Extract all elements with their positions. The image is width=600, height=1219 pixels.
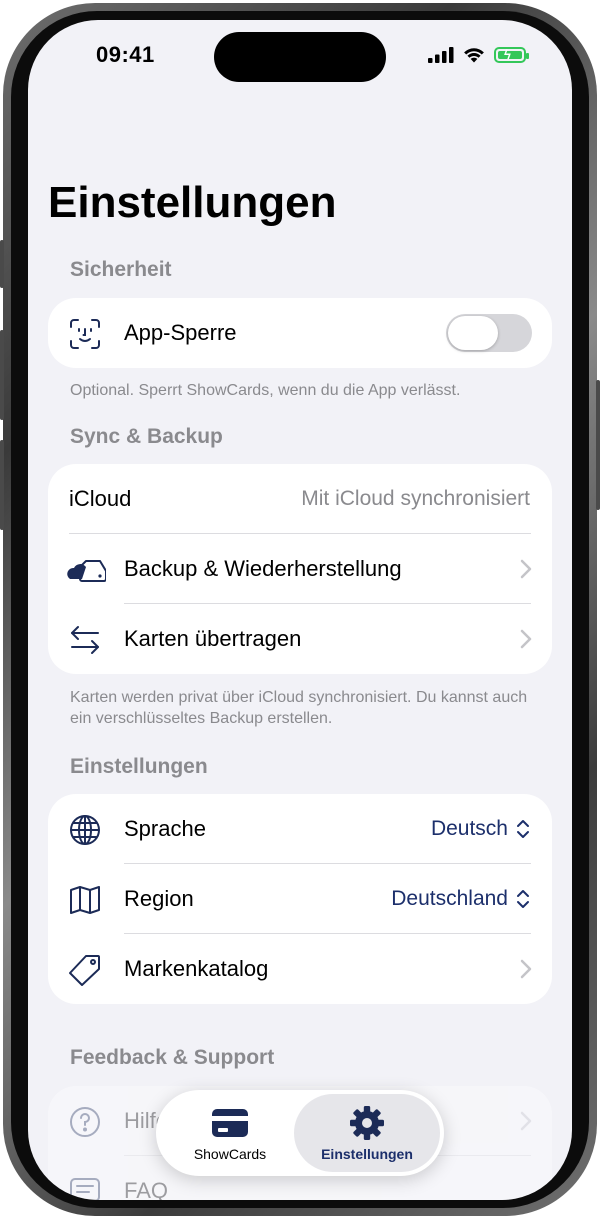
- map-icon: [70, 886, 100, 914]
- security-card: App-Sperre: [48, 298, 552, 368]
- section-header-sync: Sync & Backup: [70, 425, 223, 448]
- backup-label: Backup & Wiederherstellung: [124, 556, 402, 581]
- chevron-right-icon: [520, 1111, 532, 1131]
- app-lock-row: App-Sperre: [48, 298, 552, 368]
- battery-charging-icon: ϟ: [494, 46, 529, 63]
- security-footer: Optional. Sperrt ShowCards, wenn du die …: [70, 382, 461, 399]
- wifi-icon: [464, 48, 484, 63]
- transfer-row[interactable]: Karten übertragen: [48, 604, 552, 674]
- section-header-settings: Einstellungen: [70, 755, 208, 778]
- tab-label: ShowCards: [193, 1146, 267, 1162]
- region-label: Region: [124, 886, 194, 911]
- card-icon: [212, 1109, 248, 1137]
- chevron-up-down-icon: [517, 890, 529, 908]
- language-value: Deutsch: [430, 817, 508, 840]
- cloud-drive-icon: [67, 560, 106, 582]
- sync-card: iCloud Mit iCloud synchronisiert Backup …: [48, 464, 552, 674]
- icloud-status-value: Mit iCloud synchronisiert: [301, 487, 530, 510]
- transfer-label: Karten übertragen: [124, 626, 302, 651]
- action-button: [0, 240, 4, 288]
- section-header-security: Sicherheit: [70, 258, 172, 281]
- app-lock-toggle[interactable]: [446, 314, 532, 352]
- language-label: Sprache: [124, 816, 206, 841]
- tab-label: Einstellungen: [321, 1146, 413, 1162]
- gear-icon: [350, 1106, 384, 1140]
- toggle-knob: [448, 316, 498, 350]
- power-button: [596, 380, 600, 510]
- settings-card: Sprache Deutsch Region Deutschland Marke…: [48, 794, 552, 1004]
- status-icons: ϟ: [428, 46, 529, 63]
- region-row[interactable]: Region Deutschland: [48, 864, 552, 934]
- tab-showcards[interactable]: ShowCards: [160, 1094, 300, 1172]
- face-id-icon: [70, 319, 100, 349]
- app-lock-label: App-Sperre: [124, 320, 237, 345]
- backup-row[interactable]: Backup & Wiederherstellung: [48, 534, 552, 604]
- question-circle-icon: [70, 1107, 100, 1137]
- section-header-support: Feedback & Support: [70, 1046, 275, 1069]
- icloud-row: iCloud Mit iCloud synchronisiert: [48, 464, 552, 534]
- chevron-right-icon: [520, 629, 532, 649]
- screen: 09:41 ϟ Einstellungen Sicherheit App-Spe…: [28, 20, 572, 1200]
- catalog-label: Markenkatalog: [124, 956, 269, 981]
- globe-icon: [70, 815, 100, 845]
- sync-footer: Karten werden privat über iCloud synchro…: [70, 689, 528, 727]
- language-row[interactable]: Sprache Deutsch: [48, 794, 552, 864]
- faq-label: FAQ: [124, 1178, 169, 1200]
- volume-down-button: [0, 440, 4, 530]
- region-value: Deutschland: [391, 887, 508, 910]
- tab-einstellungen[interactable]: Einstellungen: [294, 1094, 440, 1172]
- tag-icon: [69, 955, 100, 986]
- chevron-right-icon: [520, 959, 532, 979]
- tab-bar: ShowCards Einstellungen: [156, 1090, 444, 1176]
- cellular-signal-icon: [428, 46, 454, 63]
- chevron-right-icon: [520, 559, 532, 579]
- transfer-arrows-icon: [71, 626, 99, 654]
- page-title: Einstellungen: [48, 178, 337, 227]
- status-time: 09:41: [96, 42, 155, 67]
- text-bubble-icon: [70, 1178, 100, 1200]
- chevron-up-down-icon: [517, 820, 529, 838]
- dynamic-island: [214, 32, 386, 82]
- icloud-label: iCloud: [69, 486, 132, 511]
- catalog-row[interactable]: Markenkatalog: [48, 934, 552, 1004]
- volume-up-button: [0, 330, 4, 420]
